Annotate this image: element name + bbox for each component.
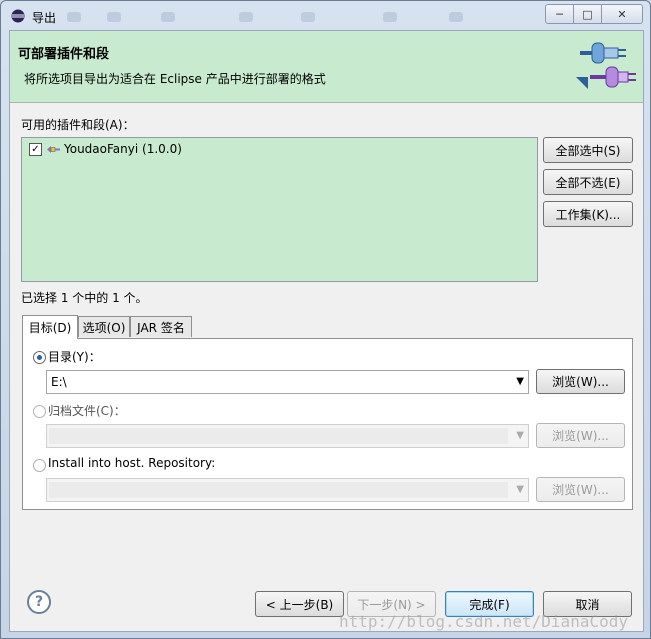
maximize-button[interactable]: □ — [574, 4, 602, 24]
tab-options[interactable]: 选项(O) — [78, 316, 130, 337]
directory-combo[interactable]: E:\ ▼ — [46, 370, 529, 394]
repository-radio[interactable] — [33, 459, 46, 472]
background-toolbar-icon — [161, 12, 175, 22]
plugin-name: YoudaoFanyi (1.0.0) — [64, 142, 182, 156]
directory-browse-button[interactable]: 浏览(W)... — [536, 369, 625, 394]
destination-panel: 目录(Y)： E:\ ▼ 浏览(W)... 归档文件(C)： ▼ 浏览(W)..… — [22, 338, 633, 510]
chevron-down-icon[interactable]: ▼ — [516, 484, 524, 495]
repository-value — [49, 482, 508, 498]
directory-label: 目录(Y)： — [48, 350, 101, 364]
background-toolbar-icon — [383, 12, 397, 22]
archive-value — [49, 428, 508, 444]
chevron-down-icon[interactable]: ▼ — [516, 430, 524, 441]
chevron-down-icon[interactable]: ▼ — [516, 376, 524, 387]
close-button[interactable]: ✕ — [602, 4, 643, 24]
help-icon[interactable]: ? — [27, 590, 51, 614]
archive-label: 归档文件(C)： — [48, 404, 126, 418]
title-bar[interactable]: 导出 ─ □ ✕ — [1, 1, 650, 29]
wizard-banner: 可部署插件和段 将所选项目导出为适合在 Eclipse 产品中进行部署的格式 — [10, 31, 643, 103]
background-toolbar-icon — [301, 12, 315, 22]
deselect-all-button[interactable]: 全部不选(E) — [543, 169, 633, 195]
archive-radio[interactable] — [33, 405, 46, 418]
plugin-export-icon — [576, 42, 636, 89]
background-toolbar-icon — [449, 12, 463, 22]
repository-label: Install into host. Repository: — [48, 456, 216, 470]
archive-combo[interactable]: ▼ — [46, 424, 529, 448]
directory-radio[interactable] — [33, 351, 46, 364]
background-toolbar-icon — [67, 12, 81, 22]
plugin-icon — [47, 146, 60, 153]
plugin-checkbox[interactable]: ✓ — [29, 143, 42, 156]
working-set-button[interactable]: 工作集(K)... — [543, 201, 633, 227]
banner-title: 可部署插件和段 — [18, 47, 110, 62]
available-plugins-label: 可用的插件和段(A)： — [21, 118, 135, 132]
archive-browse-button[interactable]: 浏览(W)... — [536, 423, 625, 448]
minimize-button[interactable]: ─ — [545, 4, 574, 24]
repository-combo[interactable]: ▼ — [46, 478, 529, 502]
select-all-button[interactable]: 全部选中(S) — [543, 137, 633, 163]
watermark-text: http://blog.csdn.net/DianaCody — [339, 612, 628, 631]
tab-destination[interactable]: 目标(D) — [22, 315, 78, 339]
selection-status: 已选择 1 个中的 1 个。 — [21, 291, 148, 305]
window-controls: ─ □ ✕ — [545, 4, 643, 24]
directory-value: E:\ — [51, 375, 67, 389]
export-dialog-window: 导出 ─ □ ✕ 可部署插件和段 将所选项目导出为适合在 Eclipse 产品中… — [0, 0, 651, 639]
tab-jar-signing[interactable]: JAR 签名 — [130, 316, 192, 337]
dialog-client-area: 可部署插件和段 将所选项目导出为适合在 Eclipse 产品中进行部署的格式 可… — [9, 30, 644, 632]
background-toolbar-icon — [239, 12, 253, 22]
plugin-list[interactable]: ✓ YoudaoFanyi (1.0.0) — [21, 137, 538, 282]
list-item[interactable]: ✓ YoudaoFanyi (1.0.0) — [28, 142, 228, 158]
back-button[interactable]: < 上一步(B) — [255, 591, 344, 617]
background-toolbar-icon — [107, 12, 121, 22]
eclipse-icon — [11, 9, 25, 23]
banner-description: 将所选项目导出为适合在 Eclipse 产品中进行部署的格式 — [24, 72, 326, 86]
window-title: 导出 — [32, 11, 57, 25]
repository-browse-button[interactable]: 浏览(W)... — [536, 477, 625, 502]
